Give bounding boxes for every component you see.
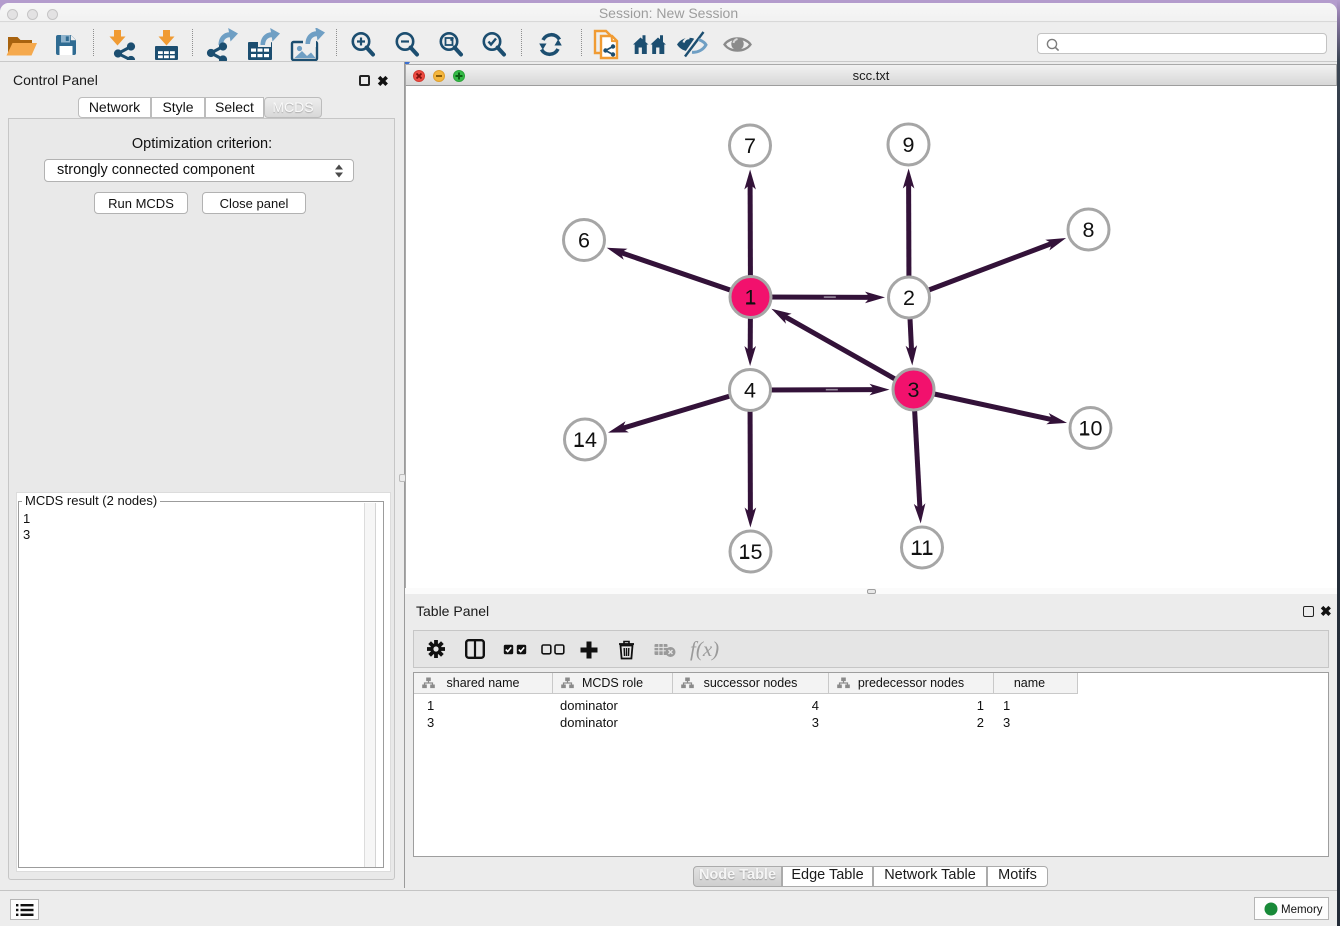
svg-text:10: 10 bbox=[1079, 417, 1103, 441]
svg-text:11: 11 bbox=[911, 536, 933, 560]
svg-text:6: 6 bbox=[578, 229, 590, 253]
svg-text:8: 8 bbox=[1083, 218, 1095, 242]
svg-text:2: 2 bbox=[903, 286, 915, 310]
svg-text:7: 7 bbox=[744, 134, 756, 158]
svg-text:3: 3 bbox=[908, 378, 920, 402]
svg-text:4: 4 bbox=[744, 379, 756, 403]
svg-text:1: 1 bbox=[745, 286, 757, 310]
svg-text:9: 9 bbox=[903, 133, 915, 157]
svg-text:14: 14 bbox=[573, 428, 597, 452]
svg-text:15: 15 bbox=[739, 540, 763, 564]
